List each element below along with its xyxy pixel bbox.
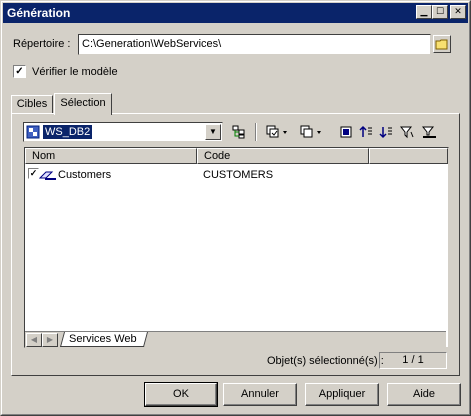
close-icon: ✕: [454, 7, 462, 17]
maximize-icon: ☐: [435, 7, 445, 17]
tab-selection[interactable]: Sélection: [54, 93, 112, 115]
directory-label: Répertoire :: [13, 38, 71, 50]
folder-icon: [435, 39, 448, 50]
check-model-checkbox[interactable]: ✓: [13, 65, 26, 78]
toolbar-separator: [255, 123, 257, 141]
column-header-nom[interactable]: Nom: [25, 148, 197, 164]
ok-button[interactable]: OK: [144, 382, 218, 407]
column-header-code[interactable]: Code: [197, 148, 369, 164]
cancel-button[interactable]: Annuler: [223, 383, 297, 406]
selected-objects-value: 1 / 1: [402, 354, 424, 366]
browse-directory-button[interactable]: [433, 35, 451, 53]
row-name: Customers: [58, 169, 112, 181]
move-selected-to-top-icon[interactable]: [337, 123, 355, 141]
scroll-right-button[interactable]: ▶: [42, 333, 58, 347]
deselect-all-icon[interactable]: [299, 123, 325, 141]
filter-icon[interactable]: [399, 123, 417, 141]
chevron-right-icon: ▶: [46, 335, 54, 344]
help-button[interactable]: Aide: [387, 383, 461, 406]
directory-value: C:\Generation\WebServices\: [82, 38, 222, 50]
close-button[interactable]: ✕: [450, 5, 466, 19]
move-to-bottom-icon[interactable]: [377, 123, 395, 141]
cancel-button-label: Annuler: [241, 388, 279, 400]
hierarchy-icon[interactable]: [230, 123, 248, 141]
help-button-label: Aide: [412, 388, 436, 400]
list-item[interactable]: ✓ Customers CUSTOMERS: [25, 166, 446, 184]
column-header-code-label: Code: [204, 150, 231, 162]
scroll-left-button[interactable]: ◀: [26, 333, 42, 347]
selection-list[interactable]: Nom Code ✓ Customers CUSTOMERS ◀ ▶ Servi…: [24, 147, 449, 348]
check-model-label[interactable]: Vérifier le modèle: [32, 66, 118, 78]
row-code: CUSTOMERS: [203, 169, 274, 181]
model-select-dropdown-button[interactable]: ▼: [205, 124, 221, 140]
minimize-button[interactable]: ▁: [416, 5, 432, 19]
select-all-icon[interactable]: [265, 123, 291, 141]
row-checkbox[interactable]: ✓: [28, 168, 39, 179]
selected-objects-label: Objet(s) sélectionné(s) :: [267, 355, 384, 367]
directory-field[interactable]: C:\Generation\WebServices\: [78, 34, 431, 55]
column-header-empty: [369, 148, 448, 164]
title-bar[interactable]: Génération ▁ ☐ ✕: [3, 3, 468, 23]
minimize-icon: ▁: [420, 7, 428, 17]
apply-button-label: Appliquer: [318, 388, 366, 400]
apply-button[interactable]: Appliquer: [305, 383, 379, 406]
maximize-button[interactable]: ☐: [432, 5, 448, 19]
chevron-down-icon: ▼: [209, 127, 217, 136]
model-select[interactable]: WS_DB2 ▼: [23, 122, 223, 142]
tab-cibles-label: Cibles: [16, 98, 48, 110]
ok-button-label: OK: [173, 388, 189, 400]
model-select-value: WS_DB2: [43, 125, 93, 139]
web-service-icon: [39, 171, 56, 180]
selected-objects-count: 1 / 1: [379, 352, 447, 369]
clear-filter-icon[interactable]: [421, 123, 439, 141]
tab-services-web-label: Services Web: [69, 333, 137, 345]
model-icon: [26, 125, 40, 139]
tab-selection-label: Sélection: [60, 97, 106, 109]
column-header-nom-label: Nom: [32, 150, 56, 162]
tab-cibles[interactable]: Cibles: [11, 95, 53, 113]
chevron-left-icon: ◀: [30, 335, 38, 344]
generation-dialog: Génération ▁ ☐ ✕ Répertoire : C:\Generat…: [0, 0, 471, 416]
move-to-top-icon[interactable]: [357, 123, 375, 141]
dialog-title: Génération: [7, 6, 71, 20]
bottom-tab-strip: ◀ ▶ Services Web: [25, 331, 446, 348]
